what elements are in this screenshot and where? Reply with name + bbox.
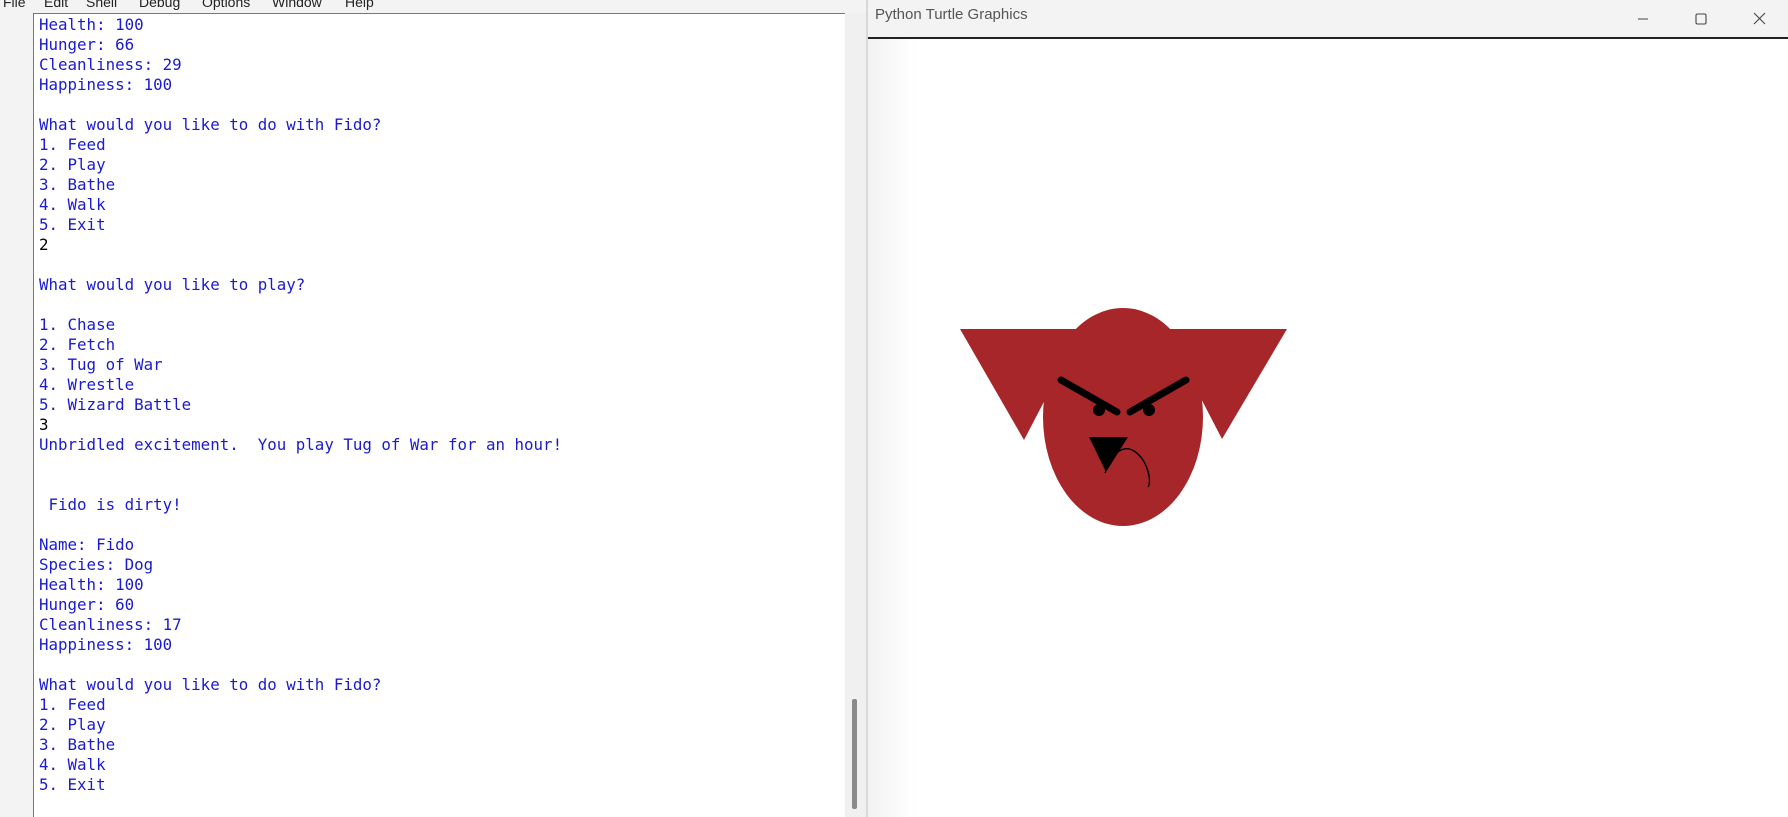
shell-output-line: Species: Dog	[39, 555, 154, 574]
window-title: Python Turtle Graphics	[875, 6, 1028, 23]
left-eye	[1093, 404, 1105, 416]
shell-output-line	[39, 655, 562, 675]
shell-output-line: Unbridled excitement. You play Tug of Wa…	[39, 435, 563, 454]
shell-output-line	[39, 95, 562, 115]
menu-file[interactable]: File	[3, 0, 26, 10]
shell-output-line: Health: 100	[39, 575, 144, 594]
shell-output-line: Happiness: 100	[39, 75, 173, 94]
menu-bar: File Edit Shell Debug Options Window Hel…	[0, 0, 866, 12]
menu-window[interactable]: Window	[272, 0, 322, 10]
shell-input-line: 2	[39, 235, 49, 254]
menu-options[interactable]: Options	[202, 0, 250, 10]
shell-output-line: Hunger: 60	[39, 595, 135, 614]
close-button[interactable]	[1730, 0, 1788, 37]
shell-output-line	[39, 475, 562, 495]
shell-output-line: Cleanliness: 17	[39, 615, 182, 634]
maximize-button[interactable]	[1672, 0, 1730, 37]
shell-output-line: 4. Wrestle	[39, 375, 135, 394]
idle-shell-window: File Edit Shell Debug Options Window Hel…	[0, 0, 866, 817]
dog-face-drawing	[960, 308, 1287, 526]
shell-output-line: What would you like to play?	[39, 275, 306, 294]
shell-input-line: 3	[39, 415, 49, 434]
line-gutter	[0, 13, 33, 817]
shell-text-area[interactable]: Health: 100 Hunger: 66 Cleanliness: 29 Happ…	[33, 13, 845, 817]
shell-output-line: Fido is dirty!	[39, 495, 182, 514]
shell-output-line: Happiness: 100	[39, 635, 173, 654]
shell-output-line: What would you like to do with Fido?	[39, 675, 382, 694]
shell-output-line: 5. Wizard Battle	[39, 395, 192, 414]
turtle-canvas[interactable]	[868, 39, 1788, 817]
vertical-scrollbar[interactable]	[845, 13, 866, 817]
shell-output-line	[39, 295, 562, 315]
shell-output-line: 2. Fetch	[39, 335, 116, 354]
shell-output-line	[39, 455, 562, 475]
shell-output-line: What would you like to do with Fido?	[39, 115, 382, 134]
dog-head	[1043, 308, 1203, 526]
menu-help[interactable]: Help	[345, 0, 374, 10]
shell-output-line: 1. Feed	[39, 695, 106, 714]
shell-output-line: 1. Chase	[39, 315, 116, 334]
menu-edit[interactable]: Edit	[44, 0, 68, 10]
right-eye	[1143, 404, 1155, 416]
shell-output-line: Cleanliness: 29	[39, 55, 182, 74]
shell-output-line: 3. Tug of War	[39, 355, 163, 374]
shell-output-line: 3. Bathe	[39, 175, 116, 194]
shell-output-line: Health: 100	[39, 15, 144, 34]
shell-output-line: 4. Walk	[39, 195, 106, 214]
title-bar[interactable]: Python Turtle Graphics	[868, 0, 1788, 37]
scrollbar-thumb[interactable]	[852, 699, 857, 809]
shell-output-line: 2. Play	[39, 715, 106, 734]
shell-output-line: 1. Feed	[39, 135, 106, 154]
shell-output-line: 5. Exit	[39, 775, 106, 794]
menu-debug[interactable]: Debug	[139, 0, 180, 10]
shell-output-line: Hunger: 66	[39, 35, 135, 54]
shell-output-line: 5. Exit	[39, 215, 106, 234]
shell-output: Health: 100 Hunger: 66 Cleanliness: 29 Happ…	[39, 15, 562, 795]
maximize-icon	[1695, 12, 1707, 25]
shell-output-line: Name: Fido	[39, 535, 135, 554]
close-icon	[1753, 12, 1765, 25]
minimize-button[interactable]	[1614, 0, 1672, 37]
shell-output-line	[39, 255, 562, 275]
menu-shell[interactable]: Shell	[86, 0, 117, 10]
shell-output-line: 2. Play	[39, 155, 106, 174]
minimize-icon	[1638, 18, 1648, 19]
shell-output-line	[39, 515, 562, 535]
shell-output-line: 4. Walk	[39, 755, 106, 774]
shell-output-line: 3. Bathe	[39, 735, 116, 754]
turtle-graphics-window: Python Turtle Graphics	[868, 0, 1788, 817]
